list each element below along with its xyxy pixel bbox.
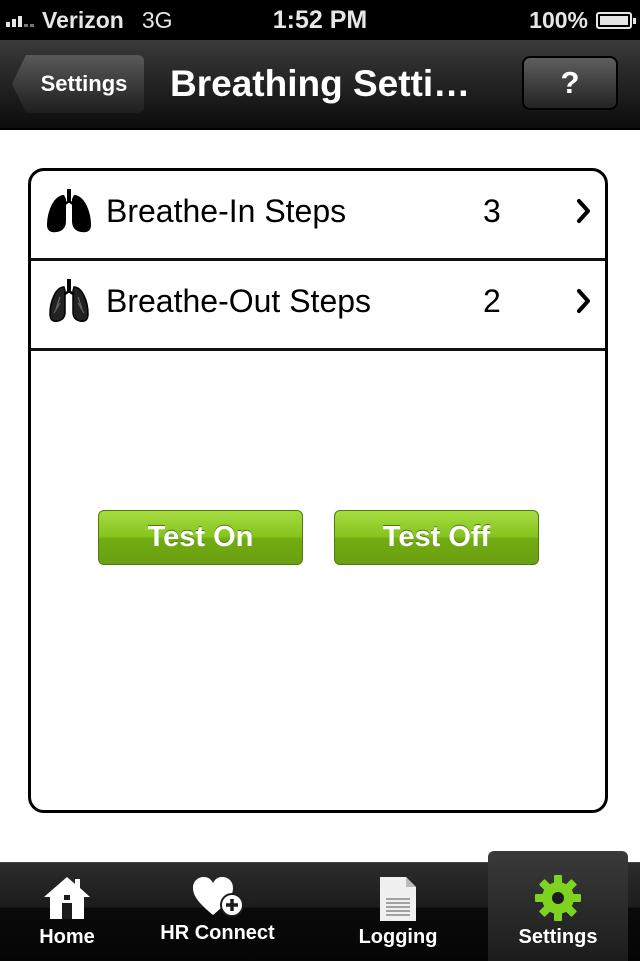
home-icon xyxy=(44,877,90,919)
test-off-button[interactable]: Test Off xyxy=(334,510,539,565)
back-button[interactable]: Settings xyxy=(12,55,144,113)
tab-hr-connect[interactable]: HR Connect xyxy=(140,863,295,961)
tab-logging-label: Logging xyxy=(358,926,438,948)
breathe-out-label: Breathe-Out Steps xyxy=(106,283,372,319)
battery-icon xyxy=(596,11,636,29)
status-bar: Verizon 3G 1:52 PM 100% xyxy=(0,0,640,40)
breathe-in-value: 3 xyxy=(483,193,501,229)
breathe-in-label: Breathe-In Steps xyxy=(106,193,347,229)
chevron-right-icon xyxy=(577,289,590,313)
lungs-outline-icon xyxy=(49,279,89,322)
settings-panel: Breathe-In Steps 3 Breathe-Out Steps 2 T… xyxy=(28,168,608,813)
tab-bar: Home HR Connect Logging Settings xyxy=(0,851,640,961)
navigation-bar: Settings Breathing Setti… ? xyxy=(0,40,640,130)
tab-hr-connect-label: HR Connect xyxy=(160,922,275,944)
breathe-in-steps-row[interactable]: Breathe-In Steps 3 xyxy=(31,171,605,261)
tab-logging[interactable]: Logging xyxy=(318,863,478,961)
gear-icon xyxy=(535,875,581,921)
heart-plus-icon xyxy=(192,877,244,917)
tab-settings[interactable]: Settings xyxy=(488,851,628,961)
lungs-filled-icon xyxy=(47,189,91,233)
document-icon xyxy=(380,877,416,921)
help-button[interactable]: ? xyxy=(522,56,618,110)
test-on-button[interactable]: Test On xyxy=(98,510,303,565)
tab-home-label: Home xyxy=(39,926,95,948)
breathe-out-steps-row[interactable]: Breathe-Out Steps 2 xyxy=(31,261,605,351)
chevron-right-icon xyxy=(577,199,590,223)
breathe-out-value: 2 xyxy=(483,283,501,319)
tab-home[interactable]: Home xyxy=(0,863,134,961)
tab-settings-label: Settings xyxy=(518,926,598,948)
status-right: 100% xyxy=(529,4,636,36)
page-title: Breathing Setti… xyxy=(170,63,471,104)
battery-percent: 100% xyxy=(529,6,588,33)
